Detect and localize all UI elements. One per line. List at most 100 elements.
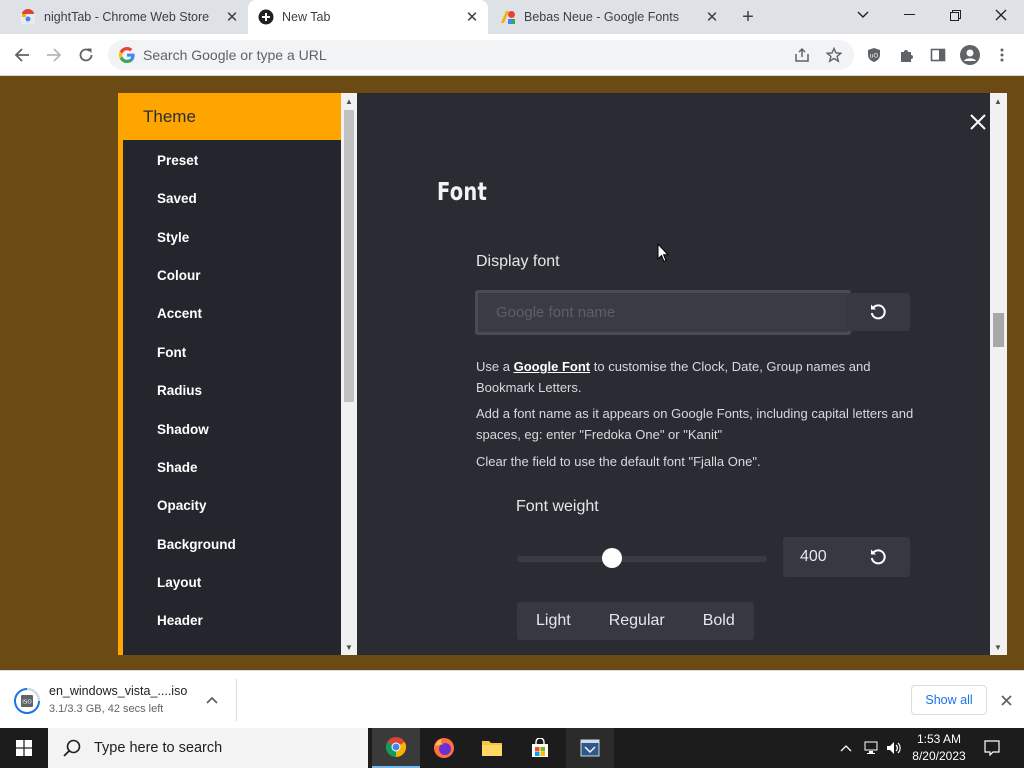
- sidebar-item-shadow[interactable]: Shadow: [157, 418, 209, 440]
- network-icon[interactable]: [862, 728, 882, 768]
- sidebar-item-radius[interactable]: Radius: [157, 379, 202, 401]
- tab-close-icon[interactable]: ✕: [222, 7, 242, 27]
- sidebar-item-layout[interactable]: Layout: [157, 571, 201, 593]
- reload-button[interactable]: [73, 43, 99, 67]
- sidebar-item-header[interactable]: Header: [157, 609, 203, 631]
- close-shelf-button[interactable]: [996, 690, 1016, 710]
- sidebar-item-background[interactable]: Background: [157, 533, 236, 555]
- tab-title: New Tab: [282, 10, 331, 24]
- panel-scrollbar[interactable]: ▲ ▼: [990, 93, 1007, 655]
- panel-scroll-thumb[interactable]: [993, 313, 1004, 347]
- display-font-reset-button[interactable]: [846, 293, 910, 331]
- help-text-google-font: Use a Google Font to customise the Clock…: [476, 359, 871, 395]
- settings-panel: Font Display font Use a Google Font to c…: [357, 93, 990, 655]
- scroll-up-arrow-icon[interactable]: ▲: [990, 93, 1006, 109]
- tab-strip: nightTab - Chrome Web Store ✕ New Tab ✕ …: [0, 0, 1024, 34]
- forward-button[interactable]: [41, 43, 67, 67]
- weight-light-button[interactable]: Light: [517, 602, 590, 640]
- store-bag-icon: [532, 738, 548, 757]
- tab-bebas-neue-google-fonts[interactable]: Bebas Neue - Google Fonts ✕: [488, 0, 728, 34]
- sidebar-item-shade[interactable]: Shade: [157, 456, 198, 478]
- sidebar-item-accent[interactable]: Accent: [157, 302, 202, 324]
- tab-search-chevron-icon[interactable]: [840, 0, 886, 30]
- scroll-down-arrow-icon[interactable]: ▼: [341, 639, 357, 655]
- font-weight-presets: Light Regular Bold: [517, 602, 754, 640]
- shelf-divider: [236, 679, 237, 721]
- taskbar-file-explorer[interactable]: [468, 728, 516, 768]
- windows-logo-icon: [16, 740, 32, 756]
- section-title: Font: [437, 177, 488, 206]
- notifications-icon[interactable]: [978, 728, 1006, 768]
- sidebar-item-opacity[interactable]: Opacity: [157, 494, 207, 516]
- scroll-up-arrow-icon[interactable]: ▲: [341, 93, 357, 109]
- reset-icon: [870, 304, 886, 320]
- firefox-icon: [434, 738, 454, 758]
- start-button[interactable]: [0, 728, 48, 768]
- new-tab-button[interactable]: +: [736, 5, 760, 29]
- taskbar-window-app[interactable]: [566, 728, 614, 768]
- tab-close-icon[interactable]: ✕: [702, 7, 722, 27]
- bookmark-star-icon[interactable]: [824, 45, 844, 65]
- sidebar-item-preset[interactable]: Preset: [157, 149, 198, 171]
- google-g-icon: [119, 47, 135, 63]
- taskbar-chrome[interactable]: [372, 728, 420, 768]
- extensions-puzzle-icon[interactable]: [896, 45, 916, 65]
- restore-button[interactable]: [932, 0, 978, 30]
- sidebar-scrollbar[interactable]: ▲ ▼: [341, 93, 357, 655]
- weight-bold-button[interactable]: Bold: [684, 602, 754, 640]
- share-icon[interactable]: [792, 45, 812, 65]
- sidebar-menu: Preset Saved Style Colour Accent Font Ra…: [123, 140, 341, 655]
- font-weight-reset-button[interactable]: [846, 537, 910, 577]
- volume-icon[interactable]: [884, 728, 904, 768]
- sidebar-item-saved[interactable]: Saved: [157, 187, 197, 209]
- sidebar-item-style[interactable]: Style: [157, 226, 189, 248]
- chrome-web-store-icon: [20, 9, 36, 25]
- profile-avatar-icon[interactable]: [960, 45, 980, 65]
- display-font-input[interactable]: [475, 290, 851, 335]
- new-tab-icon: [258, 9, 274, 25]
- sidebar-item-font[interactable]: Font: [157, 341, 186, 363]
- sidebar-header[interactable]: Theme: [118, 93, 341, 140]
- scroll-down-arrow-icon[interactable]: ▼: [990, 639, 1006, 655]
- google-font-link[interactable]: Google Font: [514, 359, 591, 374]
- address-input[interactable]: [143, 47, 743, 63]
- search-icon: [63, 739, 81, 757]
- side-panel-icon[interactable]: [928, 45, 948, 65]
- minimize-button[interactable]: [886, 0, 932, 30]
- download-status: 3.1/3.3 GB, 42 secs left: [49, 703, 164, 715]
- tab-title: nightTab - Chrome Web Store: [44, 10, 210, 24]
- ublock-shield-icon[interactable]: uO: [864, 45, 884, 65]
- display-font-label: Display font: [476, 253, 560, 270]
- tab-close-icon[interactable]: ✕: [462, 7, 482, 27]
- chrome-menu-icon[interactable]: [992, 45, 1012, 65]
- tab-nighttab-store[interactable]: nightTab - Chrome Web Store ✕: [0, 0, 248, 34]
- close-icon: [970, 114, 986, 130]
- chevron-up-icon[interactable]: [204, 692, 220, 708]
- download-shelf: ISO en_windows_vista_....iso 3.1/3.3 GB,…: [0, 670, 1024, 728]
- download-item[interactable]: ISO en_windows_vista_....iso 3.1/3.3 GB,…: [12, 679, 234, 721]
- back-button[interactable]: [9, 43, 35, 67]
- taskbar-clock[interactable]: 1:53 AM 8/20/2023: [906, 731, 972, 765]
- address-bar[interactable]: [108, 40, 854, 70]
- sidebar-item-colour[interactable]: Colour: [157, 264, 201, 286]
- svg-text:uO: uO: [870, 53, 879, 60]
- taskbar-search-box[interactable]: Type here to search: [48, 728, 368, 768]
- windows-taskbar: Type here to search 1:53 AM 8/20/2023: [0, 728, 1024, 768]
- slider-track: [517, 556, 767, 562]
- weight-regular-button[interactable]: Regular: [590, 602, 684, 640]
- font-weight-slider[interactable]: [517, 548, 767, 568]
- taskbar-store[interactable]: [516, 728, 564, 768]
- taskbar-firefox[interactable]: [420, 728, 468, 768]
- tray-overflow-chevron-icon[interactable]: [838, 728, 854, 768]
- window-close-button[interactable]: [978, 0, 1024, 30]
- svg-text:ISO: ISO: [22, 700, 32, 706]
- show-all-button[interactable]: Show all: [911, 685, 987, 715]
- font-weight-label: Font weight: [516, 498, 599, 515]
- folder-icon: [482, 741, 502, 756]
- tab-new-tab[interactable]: New Tab ✕: [248, 0, 488, 34]
- slider-knob[interactable]: [602, 548, 622, 568]
- sidebar-scroll-thumb[interactable]: [344, 110, 354, 402]
- close-icon: [1000, 694, 1012, 706]
- google-fonts-icon: [500, 9, 516, 25]
- close-menu-button[interactable]: [966, 110, 990, 134]
